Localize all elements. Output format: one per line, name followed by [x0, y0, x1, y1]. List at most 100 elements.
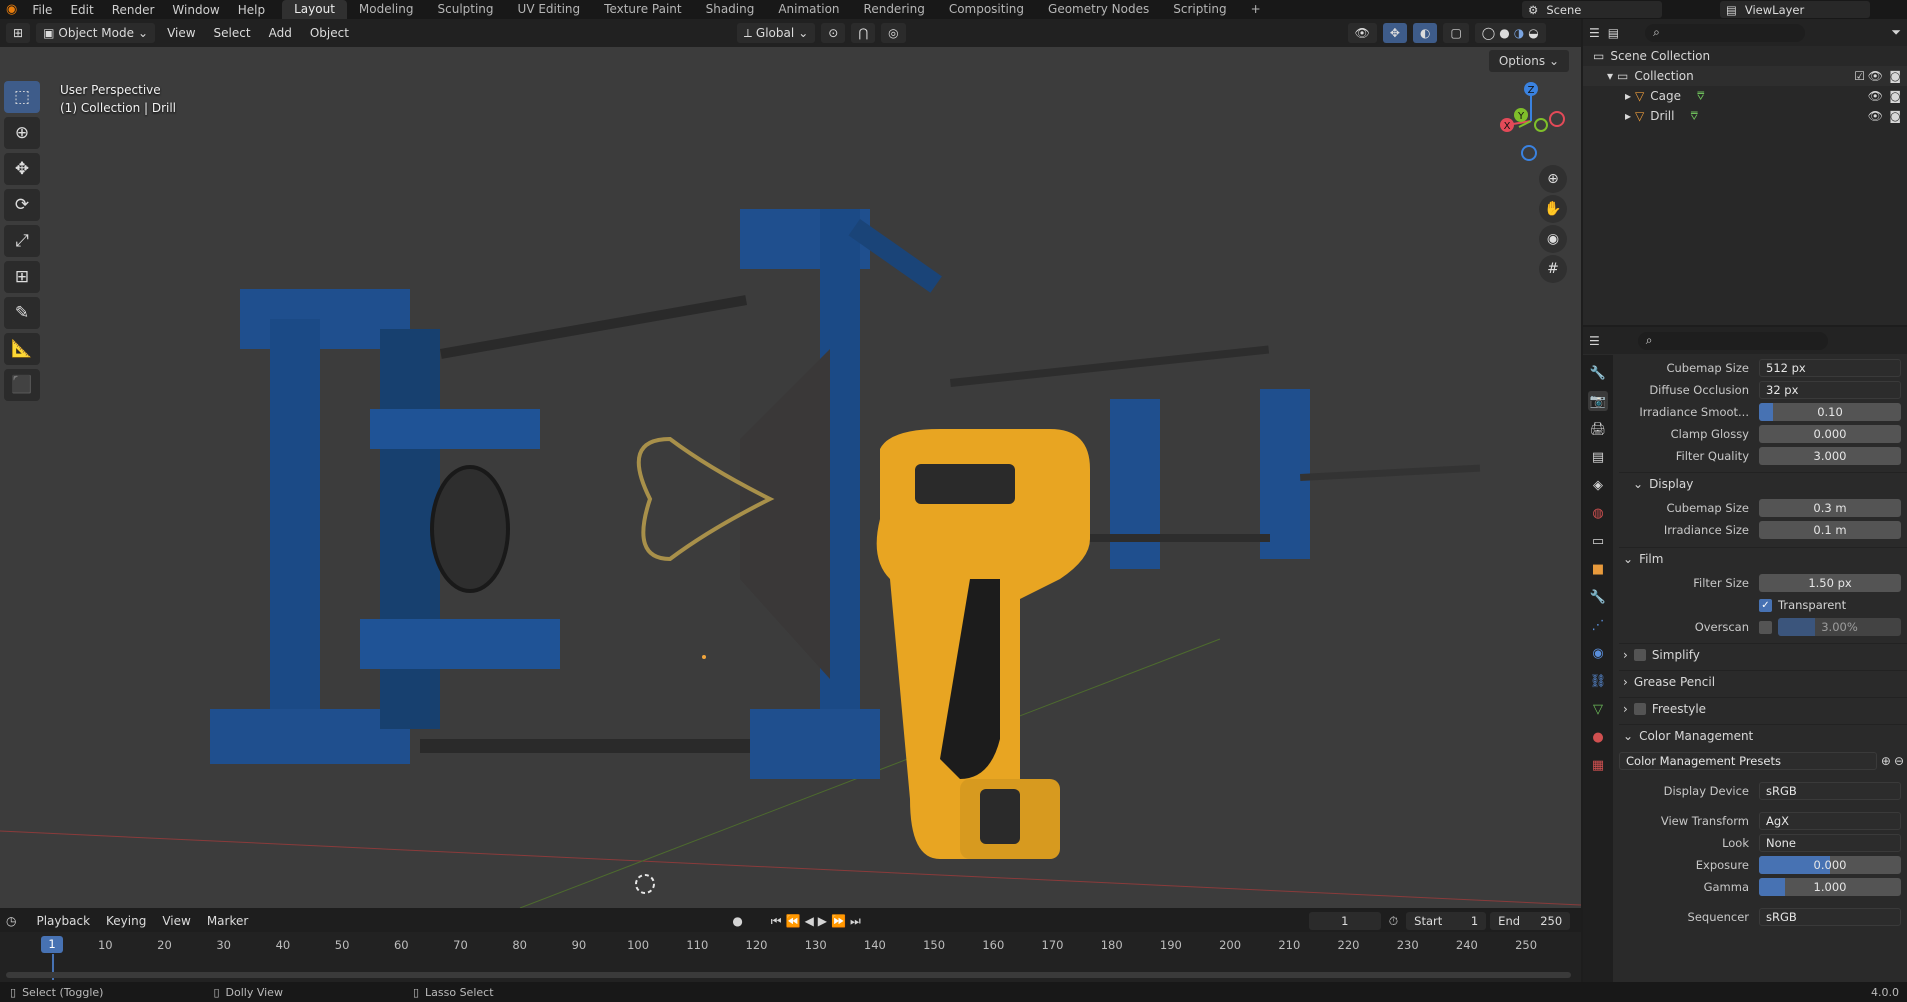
visibility-button[interactable]: 👁: [1347, 23, 1377, 43]
tab-animation[interactable]: Animation: [766, 0, 851, 19]
freestyle-panel-header[interactable]: › Freestyle: [1619, 697, 1907, 719]
start-frame-field[interactable]: Start 1: [1406, 912, 1487, 930]
world-tab-icon[interactable]: ◍: [1588, 503, 1608, 523]
clamp-glossy-field[interactable]: 0.000: [1759, 425, 1901, 443]
view-transform-dropdown[interactable]: AgX: [1759, 812, 1901, 830]
mode-dropdown[interactable]: ▣ Object Mode ⌄: [36, 23, 156, 43]
proportional-edit-button[interactable]: ◎: [881, 23, 906, 43]
constraints-tab-icon[interactable]: ⛓: [1588, 671, 1608, 691]
eye-icon[interactable]: 👁: [1868, 69, 1883, 83]
prev-keyframe-icon[interactable]: ⏪: [786, 914, 801, 928]
annotate-tool[interactable]: ✎: [4, 297, 40, 329]
display-subpanel-header[interactable]: ⌄ Display: [1619, 472, 1907, 494]
outliner-item-drill[interactable]: ▸ ▽ Drill ⩢ 👁 ◙: [1583, 106, 1907, 126]
tab-geometry-nodes[interactable]: Geometry Nodes: [1036, 0, 1161, 19]
blender-logo-icon[interactable]: ◉: [0, 2, 23, 17]
menu-playback[interactable]: Playback: [30, 911, 96, 931]
menu-window[interactable]: Window: [163, 3, 228, 17]
color-management-presets-dropdown[interactable]: Color Management Presets: [1619, 752, 1877, 770]
playhead[interactable]: 1: [41, 936, 63, 953]
filter-quality-field[interactable]: 3.000: [1759, 447, 1901, 465]
zoom-button[interactable]: ⊕: [1539, 165, 1567, 193]
view-layer-selector[interactable]: ▤ ViewLayer: [1720, 1, 1870, 18]
current-frame-field[interactable]: 1: [1308, 912, 1381, 930]
cursor-tool[interactable]: ⊕: [4, 117, 40, 149]
display-device-dropdown[interactable]: sRGB: [1759, 782, 1901, 800]
end-frame-field[interactable]: End 250: [1490, 912, 1571, 930]
filter-icon[interactable]: ⏷: [1891, 25, 1901, 40]
menu-edit[interactable]: Edit: [61, 3, 102, 17]
expand-arrow-icon[interactable]: ▾: [1607, 69, 1613, 83]
look-dropdown[interactable]: None: [1759, 834, 1901, 852]
transparent-checkbox[interactable]: ✓: [1759, 598, 1772, 612]
tab-modeling[interactable]: Modeling: [347, 0, 426, 19]
checkbox-icon[interactable]: ☑: [1854, 69, 1865, 83]
object-tab-icon[interactable]: ■: [1588, 559, 1608, 579]
pan-button[interactable]: ✋: [1539, 195, 1567, 223]
irradiance-size-field[interactable]: 0.1 m: [1759, 521, 1901, 539]
scene-tab-icon[interactable]: ◈: [1588, 475, 1608, 495]
play-reverse-icon[interactable]: ◀: [805, 914, 814, 928]
simplify-panel-header[interactable]: › Simplify: [1619, 643, 1907, 665]
texture-tab-icon[interactable]: ▦: [1588, 755, 1608, 775]
menu-file[interactable]: File: [23, 3, 61, 17]
camera-view-button[interactable]: ◉: [1539, 225, 1567, 253]
outliner-editor-icon[interactable]: ☰: [1589, 26, 1600, 40]
menu-view[interactable]: View: [161, 23, 201, 43]
3d-cursor[interactable]: [635, 874, 655, 894]
overlays-button[interactable]: ◐: [1412, 23, 1438, 43]
pivot-point-button[interactable]: ⊙: [821, 23, 846, 43]
camera-icon[interactable]: ◙: [1889, 69, 1901, 83]
rotate-tool[interactable]: ⟳: [4, 189, 40, 221]
expand-arrow-icon[interactable]: ▸: [1625, 89, 1631, 103]
clock-icon[interactable]: ◷: [6, 914, 16, 928]
overscan-field[interactable]: 3.00%: [1778, 618, 1901, 636]
jump-end-icon[interactable]: ⏭: [850, 914, 861, 929]
transform-orientation-dropdown[interactable]: ⟂ Global ⌄: [736, 23, 816, 43]
exposure-slider[interactable]: 0.000: [1759, 856, 1901, 874]
gizmo-button[interactable]: ✥: [1382, 23, 1407, 43]
transform-tool[interactable]: ⊞: [4, 261, 40, 293]
remove-preset-icon[interactable]: ⊖: [1894, 754, 1904, 768]
output-tab-icon[interactable]: 🖨: [1588, 419, 1608, 439]
options-dropdown[interactable]: Options ⌄: [1488, 50, 1569, 72]
tab-sculpting[interactable]: Sculpting: [426, 0, 506, 19]
record-icon[interactable]: ●: [732, 914, 742, 928]
render-tab-icon[interactable]: 📷: [1588, 391, 1608, 411]
eye-icon[interactable]: 👁: [1868, 89, 1883, 103]
gizmo-neg-y-icon[interactable]: [1534, 118, 1548, 132]
frame-ruler[interactable]: 1 10 20 30 40 50 60 70 80 90 100 110 120 130 140 150 16…: [0, 934, 1581, 960]
display-mode-icon[interactable]: ▤: [1608, 26, 1619, 40]
move-tool[interactable]: ✥: [4, 153, 40, 185]
wireframe-shading-icon[interactable]: ◯: [1482, 23, 1495, 43]
3d-viewport[interactable]: ⊞ ▣ Object Mode ⌄ View Select Add Object…: [0, 19, 1581, 908]
display-cubemap-size-field[interactable]: 0.3 m: [1759, 499, 1901, 517]
menu-help[interactable]: Help: [229, 3, 274, 17]
timeline-scrollbar[interactable]: [6, 972, 1571, 978]
tab-texture-paint[interactable]: Texture Paint: [592, 0, 693, 19]
outliner-item-cage[interactable]: ▸ ▽ Cage ⩢ 👁 ◙: [1583, 86, 1907, 106]
modifier-tab-icon[interactable]: 🔧: [1588, 587, 1608, 607]
simplify-checkbox[interactable]: [1633, 648, 1646, 661]
xray-button[interactable]: ▢: [1443, 23, 1469, 43]
material-shading-icon[interactable]: ◑: [1514, 23, 1524, 43]
measure-tool[interactable]: 📐: [4, 333, 40, 365]
editor-type-button[interactable]: ⊞: [6, 23, 31, 43]
properties-search-input[interactable]: ⌕: [1637, 331, 1828, 350]
color-management-panel-header[interactable]: ⌄ Color Management: [1619, 724, 1907, 746]
properties-editor-icon[interactable]: ☰: [1589, 334, 1600, 348]
camera-icon[interactable]: ◙: [1889, 109, 1901, 123]
ortho-toggle-button[interactable]: #: [1539, 255, 1567, 283]
tab-layout[interactable]: Layout: [282, 0, 347, 19]
sequencer-dropdown[interactable]: sRGB: [1759, 908, 1901, 926]
gizmo-neg-x-icon[interactable]: [1549, 111, 1565, 127]
scene-collection-row[interactable]: ▭ Scene Collection: [1583, 46, 1907, 66]
menu-marker[interactable]: Marker: [201, 911, 254, 931]
gizmo-neg-z-icon[interactable]: [1521, 145, 1537, 161]
tab-shading[interactable]: Shading: [694, 0, 767, 19]
tab-uv-editing[interactable]: UV Editing: [506, 0, 593, 19]
diffuse-occlusion-dropdown[interactable]: 32 px: [1759, 381, 1901, 399]
tool-tab-icon[interactable]: 🔧: [1588, 363, 1608, 383]
menu-object[interactable]: Object: [304, 23, 355, 43]
menu-select[interactable]: Select: [208, 23, 257, 43]
